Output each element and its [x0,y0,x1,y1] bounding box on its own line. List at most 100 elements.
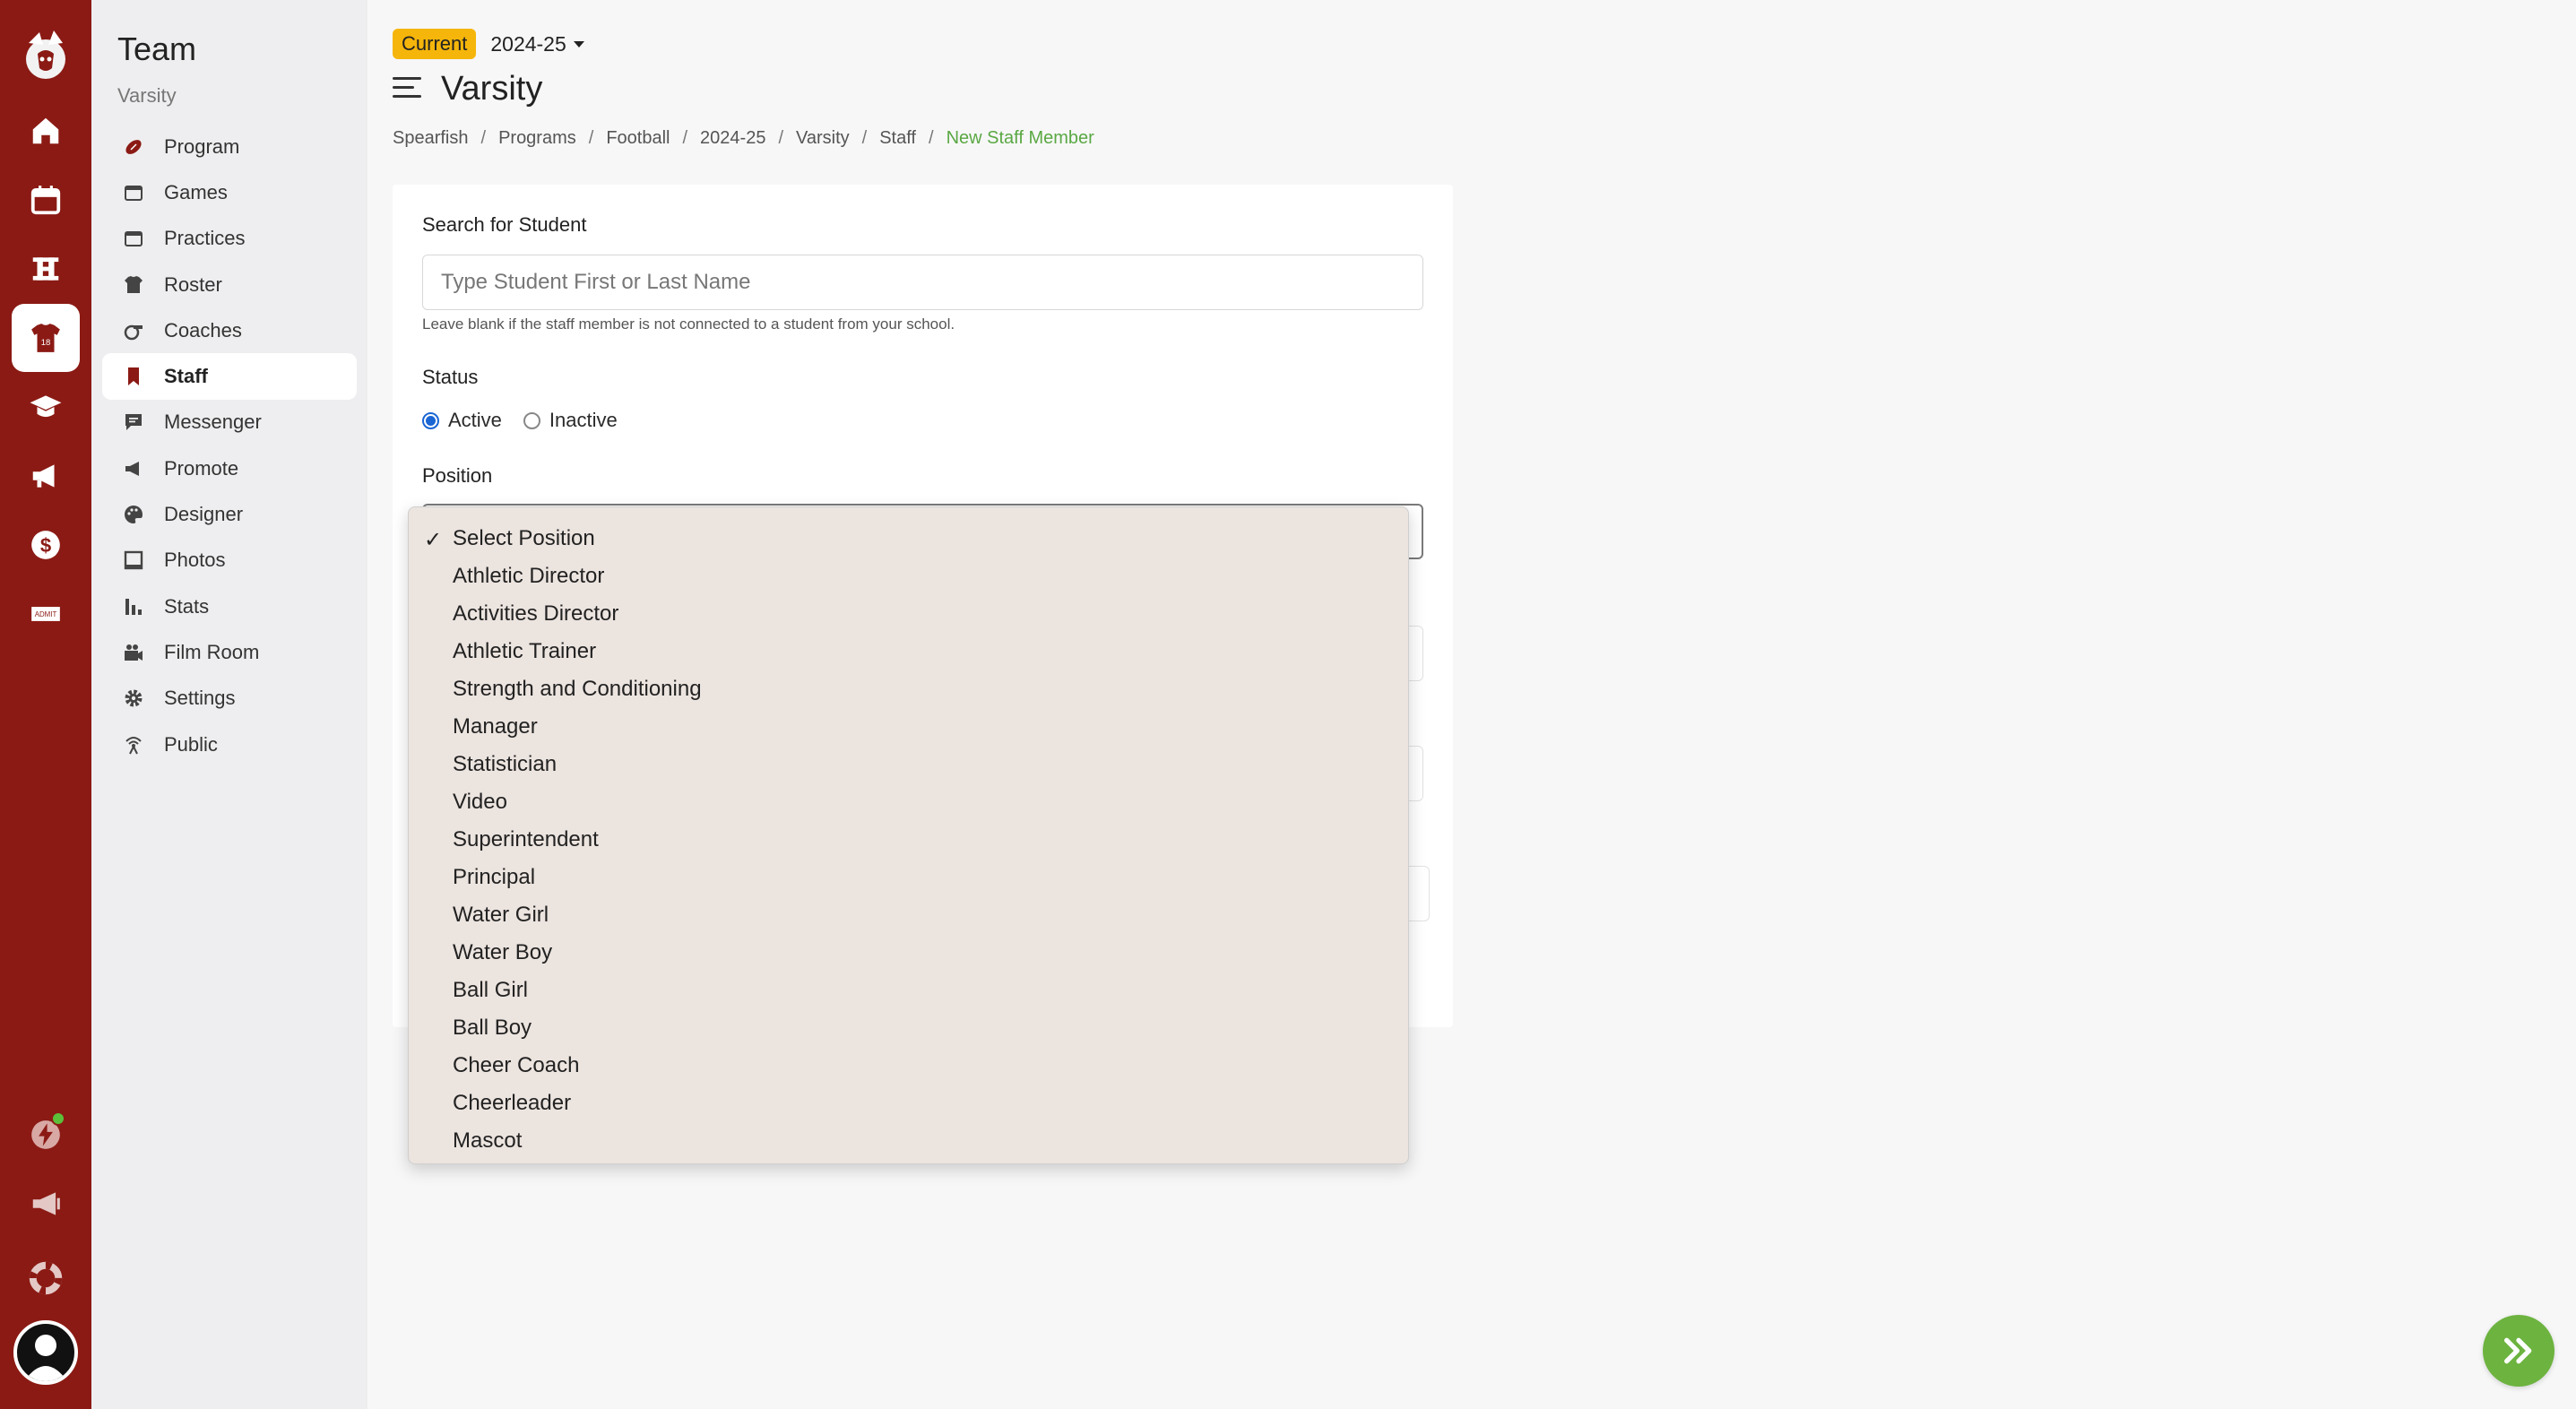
status-inactive-radio[interactable] [523,411,540,429]
status-label: Status [422,366,479,388]
sidebar-item-roster[interactable]: Roster [102,262,357,307]
bar-chart-icon [121,594,146,619]
sidebar-item-label: Practices [164,227,246,250]
user-avatar-icon[interactable] [13,1320,78,1385]
sidebar-item-label: Program [164,134,240,158]
status-active-label[interactable]: Active [448,409,502,432]
svg-text:18: 18 [41,338,51,348]
app-rail: 18 $ ADMIT [0,0,91,1409]
whistle-icon [121,318,146,343]
megaphone-icon[interactable] [12,442,80,510]
position-option[interactable]: ✓ Select Position [409,520,1408,558]
chat-icon [121,410,146,435]
position-option[interactable]: Ball Girl [409,972,1408,1009]
season-label: 2024-25 [490,31,566,56]
sidebar-item-label: Messenger [164,411,262,434]
breadcrumb-link[interactable]: Spearfish [393,128,469,149]
video-camera-icon [121,640,146,665]
sidebar-item-label: Games [164,180,228,203]
bracket-icon[interactable] [12,235,80,303]
sidebar-item-film-room[interactable]: Film Room [102,629,357,675]
position-option[interactable]: Activities Director [409,595,1408,633]
palette-icon [121,502,146,527]
season-selector[interactable]: Current 2024-25 [393,29,584,59]
position-option[interactable]: Athletic Director [409,558,1408,595]
breadcrumb-link[interactable]: Programs [498,128,576,149]
dollar-icon[interactable]: $ [12,511,80,579]
calendar-icon [121,180,146,205]
status-radio-group: Active Inactive [422,409,639,432]
status-active-radio[interactable] [422,411,439,429]
team-jersey-icon[interactable]: 18 [12,304,80,372]
broadcast-icon [121,732,146,757]
breadcrumb-link[interactable]: Staff [879,128,916,149]
position-option[interactable]: Cheerleader [409,1085,1408,1122]
position-option[interactable]: Cheer Coach [409,1047,1408,1085]
position-option[interactable]: Water Boy [409,934,1408,972]
position-label: Position [422,464,493,487]
page-title: Varsity [441,70,543,108]
photo-icon [121,548,146,573]
breadcrumb-link[interactable]: Football [606,128,670,149]
sidebar-item-promote[interactable]: Promote [102,445,357,491]
school-logo-icon[interactable] [13,23,79,90]
search-student-label: Search for Student [422,213,587,236]
position-option[interactable]: Water Girl [409,896,1408,934]
sidebar-item-staff[interactable]: Staff [102,353,357,400]
position-option[interactable]: Video [409,783,1408,821]
sidebar-item-settings[interactable]: Settings [102,676,357,722]
breadcrumb-current: New Staff Member [946,128,1094,148]
expand-chat-button[interactable] [2483,1315,2554,1387]
ticket-icon[interactable]: ADMIT [12,580,80,648]
sidebar-item-label: Staff [164,365,208,388]
position-option[interactable]: Manager [409,708,1408,746]
breadcrumb-link[interactable]: Varsity [796,128,850,149]
sidebar-item-label: Film Room [164,640,260,663]
sidebar-item-label: Roster [164,272,222,296]
breadcrumb-link[interactable]: 2024-25 [700,128,765,149]
sidebar-item-label: Photos [164,549,226,572]
position-option[interactable]: Mascot [409,1122,1408,1160]
sidebar-item-label: Designer [164,503,244,526]
sidebar-item-designer[interactable]: Designer [102,491,357,537]
position-option[interactable]: Statistician [409,746,1408,783]
position-option[interactable]: Strength and Conditioning [409,670,1408,708]
bolt-icon[interactable] [12,1101,80,1169]
help-lifebuoy-icon[interactable] [12,1244,80,1312]
home-icon[interactable] [12,97,80,165]
bookmark-icon [121,364,146,389]
position-option[interactable]: Athletic Trainer [409,633,1408,670]
calendar-icon [121,226,146,251]
breadcrumb: Spearfish / Programs / Football/ 2024-25/ … [393,128,1094,149]
calendar-icon[interactable] [12,166,80,234]
sidebar-item-messenger[interactable]: Messenger [102,400,357,445]
position-option[interactable]: Superintendent [409,821,1408,859]
sidebar-item-practices[interactable]: Practices [102,216,357,262]
caret-down-icon [573,40,584,48]
status-inactive-label[interactable]: Inactive [549,409,618,432]
sidebar-item-games[interactable]: Games [102,169,357,215]
double-chevron-right-icon [2504,1337,2532,1364]
sidebar-item-stats[interactable]: Stats [102,583,357,629]
sidebar-item-coaches[interactable]: Coaches [102,307,357,353]
graduation-cap-icon[interactable] [12,373,80,441]
notification-dot [51,1111,65,1126]
sidebar-subtitle: Varsity [117,84,177,107]
sidebar-item-label: Settings [164,687,236,710]
svg-text:$: $ [40,534,52,557]
football-icon [121,134,146,160]
jersey-icon [121,272,146,298]
sidebar-item-photos[interactable]: Photos [102,538,357,583]
position-option[interactable]: Ball Boy [409,1009,1408,1047]
sidebar-item-program[interactable]: Program [102,124,357,169]
search-help-text: Leave blank if the staff member is not c… [422,316,955,333]
sidebar-item-label: Promote [164,456,239,480]
team-nav: Program Games Practices Roster Coaches S… [102,124,357,767]
announcement-icon[interactable] [12,1170,80,1238]
checkmark-icon: ✓ [424,528,443,552]
search-student-input[interactable] [422,255,1423,310]
hamburger-menu-icon[interactable] [393,77,421,100]
sidebar-item-public[interactable]: Public [102,722,357,767]
position-option[interactable]: Principal [409,859,1408,896]
sidebar-item-label: Stats [164,594,210,618]
